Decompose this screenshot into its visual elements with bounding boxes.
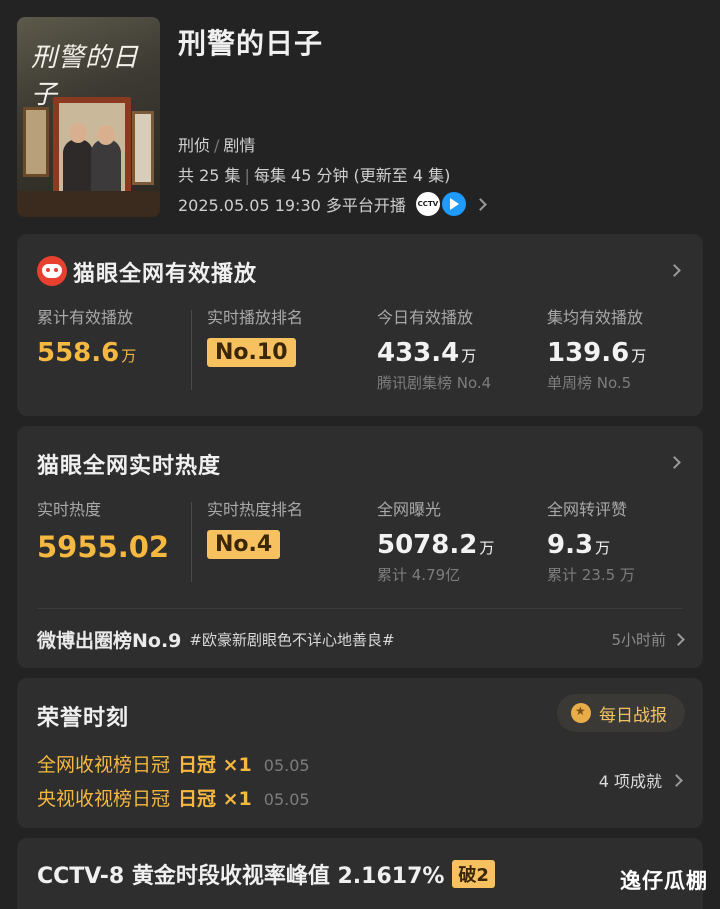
cctv-logo-icon: CCTV bbox=[415, 192, 440, 216]
stat-play-rank: 实时播放排名 No.10 bbox=[207, 308, 304, 367]
premiere-text: 2025.05.05 19:30 多平台开播 bbox=[178, 196, 406, 215]
maoyan-logo-icon bbox=[37, 256, 67, 286]
card-title: 猫眼全网实时热度 bbox=[37, 454, 222, 479]
rank-badge: No.4 bbox=[207, 530, 281, 559]
divider bbox=[37, 608, 683, 609]
show-genres: 刑侦 / 剧情 bbox=[178, 136, 256, 155]
show-episodes: 共 25 集 | 每集 45 分钟 (更新至 4 集) bbox=[178, 166, 451, 185]
honor-item: 央视收视榜日冠 日冠 ×1 05.05 bbox=[37, 788, 310, 810]
show-premiere[interactable]: 2025.05.05 19:30 多平台开播 CCTV bbox=[178, 192, 487, 216]
daily-report-button[interactable]: 每日战报 bbox=[557, 694, 685, 732]
genre-tag: 剧情 bbox=[223, 136, 256, 155]
poster-frame-left bbox=[23, 107, 49, 177]
show-poster[interactable]: 刑警的日子 bbox=[17, 17, 160, 217]
stat-heat-rank: 实时热度排名 No.4 bbox=[207, 500, 304, 559]
stat-total-play: 累计有效播放 558.6 万 bbox=[37, 308, 137, 368]
watermark: 逸仔瓜棚 bbox=[620, 869, 708, 893]
episode-total: 共 25 集 bbox=[178, 166, 241, 185]
poster-desk bbox=[17, 191, 160, 217]
stat-engagement: 全网转评赞 9.3 万 累计 23.5 万 bbox=[547, 500, 635, 584]
chevron-right-icon[interactable] bbox=[668, 264, 681, 277]
honor-item: 全网收视榜日冠 日冠 ×1 05.05 bbox=[37, 754, 310, 776]
stat-today-play: 今日有效播放 433.4 万 腾讯剧集榜 No.4 bbox=[377, 308, 492, 392]
cctv-peak-row: CCTV-8 黄金时段收视率峰值 2.1617% 破2 bbox=[37, 858, 495, 890]
poster-frame-right bbox=[132, 111, 154, 185]
weibo-time: 5小时前 bbox=[611, 629, 685, 650]
weibo-trend-row[interactable]: 微博出圈榜No.9 #欧豪新剧眼色不详心地善良# 5小时前 bbox=[37, 626, 685, 653]
honors-card: 荣誉时刻 每日战报 全网收视榜日冠 日冠 ×1 05.05 央视收视榜日冠 日冠… bbox=[17, 678, 703, 828]
realtime-heat-card[interactable]: 猫眼全网实时热度 实时热度 5955.02 实时热度排名 No.4 全网曝光 5… bbox=[17, 426, 703, 668]
chevron-right-icon[interactable] bbox=[668, 456, 681, 469]
divider bbox=[191, 310, 197, 390]
break-badge: 破2 bbox=[452, 860, 495, 888]
stat-avg-play: 集均有效播放 139.6 万 单周榜 No.5 bbox=[547, 308, 647, 392]
card-title: 荣誉时刻 bbox=[37, 706, 130, 731]
show-title: 刑警的日子 bbox=[178, 27, 324, 60]
genre-tag: 刑侦 bbox=[178, 136, 211, 155]
show-header: 刑警的日子 刑警的日子 刑侦 / 剧情 共 25 集 | 每集 45 分钟 (更新至 4… bbox=[0, 0, 720, 230]
chevron-right-icon[interactable] bbox=[672, 633, 685, 646]
rank-badge: No.10 bbox=[207, 338, 296, 367]
divider bbox=[191, 502, 197, 582]
chevron-right-icon bbox=[670, 773, 683, 787]
achievements-link[interactable]: 4 项成就 bbox=[599, 768, 683, 792]
card-title: 猫眼全网有效播放 bbox=[73, 262, 258, 287]
episode-length: 每集 45 分钟 (更新至 4 集) bbox=[253, 166, 451, 185]
tencent-video-icon bbox=[441, 192, 466, 216]
medal-icon bbox=[571, 703, 591, 723]
stat-realtime-heat: 实时热度 5955.02 bbox=[37, 500, 170, 564]
cctv-peak-text: CCTV-8 黄金时段收视率峰值 2.1617% bbox=[37, 864, 445, 889]
cctv-peak-card[interactable]: CCTV-8 黄金时段收视率峰值 2.1617% 破2 bbox=[17, 838, 703, 909]
stat-exposure: 全网曝光 5078.2 万 累计 4.79亿 bbox=[377, 500, 495, 584]
weibo-hashtag: #欧豪新剧眼色不详心地善良# bbox=[189, 631, 395, 649]
poster-photo-frame bbox=[53, 97, 131, 203]
effective-play-card[interactable]: 猫眼全网有效播放 累计有效播放 558.6 万 实时播放排名 No.10 今日有效… bbox=[17, 234, 703, 416]
chevron-right-icon[interactable] bbox=[474, 197, 487, 211]
weibo-rank: 微博出圈榜No.9 bbox=[37, 630, 182, 652]
